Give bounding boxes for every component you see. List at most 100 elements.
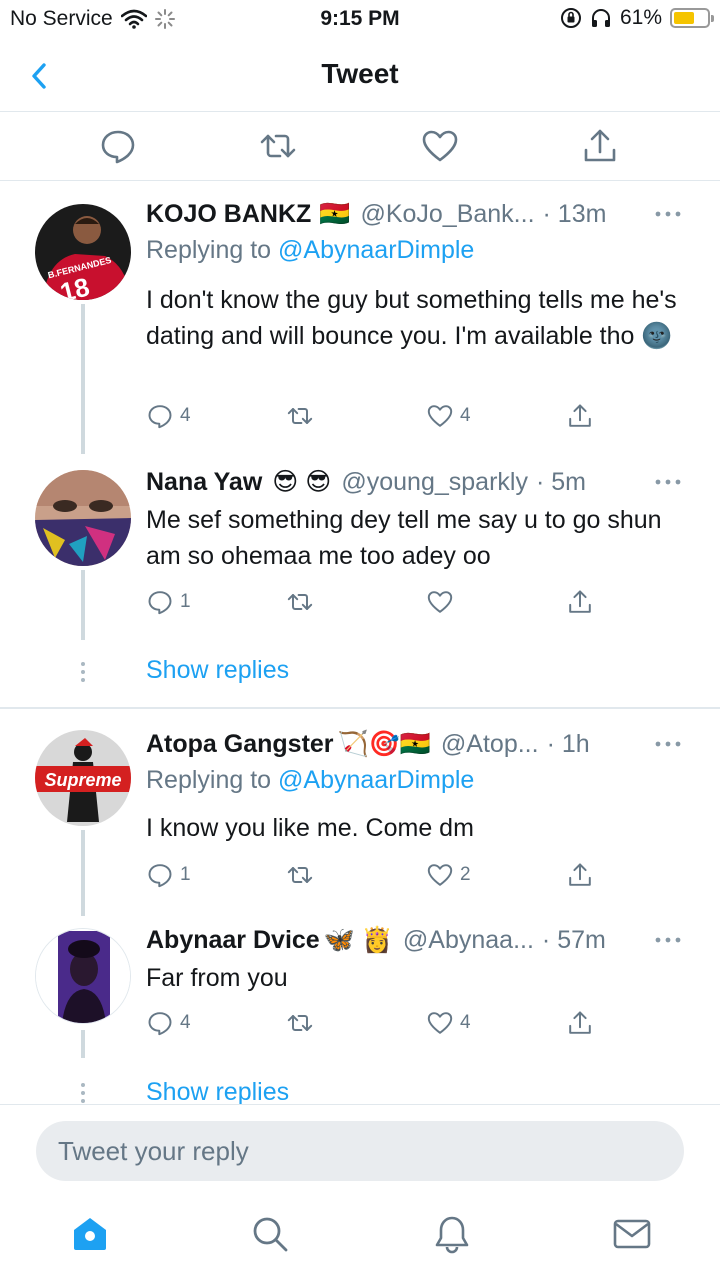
- home-icon: [74, 1218, 106, 1250]
- author-emojis: 😎 😎: [272, 468, 332, 496]
- thread-line: [81, 304, 85, 454]
- share-button[interactable]: [566, 858, 594, 892]
- battery-percent: 61%: [619, 6, 662, 29]
- comment-icon: [101, 130, 135, 164]
- more-options-icon[interactable]: [654, 936, 682, 944]
- reply-button[interactable]: 1: [146, 858, 191, 892]
- mention-link[interactable]: @AbynaarDimple: [278, 236, 474, 264]
- more-replies-dots-icon: [81, 1083, 85, 1103]
- battery-icon: [670, 8, 714, 28]
- heart-icon: [427, 1012, 453, 1034]
- tweet-header: Nana Yaw 😎 😎 @young_sparkly · 5m: [146, 464, 690, 500]
- share-icon: [584, 129, 616, 162]
- reply-count: 4: [180, 1012, 191, 1033]
- reply-count: 1: [180, 591, 191, 612]
- retweet-button[interactable]: [286, 1006, 320, 1040]
- show-replies-link[interactable]: Show replies: [146, 656, 289, 685]
- author-name[interactable]: KOJO BANKZ: [146, 200, 311, 229]
- more-options-icon[interactable]: [654, 210, 682, 218]
- reply-count: 4: [180, 405, 191, 426]
- author-handle: @young_sparkly: [341, 467, 528, 496]
- share-icon: [569, 863, 591, 886]
- reply-button[interactable]: 1: [146, 585, 191, 619]
- tab-messages[interactable]: [612, 1214, 652, 1254]
- tab-home[interactable]: [70, 1214, 110, 1254]
- tweet-text: Far from you: [146, 964, 288, 992]
- comment-icon: [148, 1012, 172, 1036]
- like-button[interactable]: 4: [426, 399, 471, 433]
- mention-link[interactable]: @AbynaarDimple: [278, 766, 474, 794]
- retweet-icon: [287, 867, 313, 883]
- comment-icon: [148, 864, 172, 888]
- divider: [0, 707, 720, 709]
- share-button[interactable]: [566, 1006, 594, 1040]
- avatar[interactable]: [35, 470, 131, 566]
- tweet-text: I don't know the guy but something tells…: [146, 286, 677, 350]
- tweet-action-bar: [0, 112, 720, 181]
- reply-count: 1: [180, 864, 191, 885]
- more-options-icon[interactable]: [654, 740, 682, 748]
- page-title: Tweet: [321, 58, 399, 89]
- reply-button[interactable]: 4: [146, 1006, 191, 1040]
- like-button[interactable]: 2: [426, 858, 471, 892]
- more-replies-dots-icon: [81, 662, 85, 682]
- tweet-header: KOJO BANKZ 🇬🇭 @KoJo_Bank... · 13m: [146, 196, 690, 232]
- retweet-button[interactable]: [286, 858, 320, 892]
- retweet-button[interactable]: [258, 126, 298, 166]
- share-button[interactable]: [566, 399, 594, 433]
- like-count: 4: [460, 405, 471, 426]
- reply-tweet[interactable]: Nana Yaw 😎 😎 @young_sparkly · 5m Me sef …: [0, 464, 720, 644]
- share-button[interactable]: [566, 585, 594, 619]
- author-name[interactable]: Atopa Gangster: [146, 730, 334, 759]
- battery-level: [674, 12, 694, 24]
- like-button[interactable]: [426, 585, 460, 619]
- share-icon: [569, 404, 591, 427]
- avatar[interactable]: B.FERNANDES 18: [35, 204, 131, 300]
- retweet-button[interactable]: [286, 585, 320, 619]
- tweet-time: · 57m: [541, 925, 606, 954]
- like-count: 4: [460, 1012, 471, 1033]
- reply-tweet[interactable]: B.FERNANDES 18 KOJO BANKZ 🇬🇭 @KoJo_Bank.…: [0, 196, 720, 456]
- tweet-time: · 13m: [542, 199, 607, 228]
- reply-input[interactable]: [36, 1121, 684, 1181]
- reply-tweet[interactable]: Abynaar Dvice 🦋 👸 @Abynaa... · 57m Far f…: [0, 922, 720, 1062]
- author-emojis: 🦋 👸: [323, 925, 393, 954]
- svg-text:Supreme: Supreme: [44, 770, 121, 790]
- tweet-header: Abynaar Dvice 🦋 👸 @Abynaa... · 57m: [146, 922, 690, 958]
- tab-search[interactable]: [250, 1214, 290, 1254]
- show-replies-link[interactable]: Show replies: [146, 1078, 289, 1107]
- tab-notifications[interactable]: [432, 1214, 472, 1254]
- retweet-icon: [287, 408, 313, 424]
- tweet-header: Atopa Gangster 🏹🎯🇬🇭 @Atop... · 1h: [146, 726, 690, 762]
- tweet-text: Me sef something dey tell me say u to go…: [146, 506, 662, 570]
- avatar[interactable]: [35, 928, 131, 1024]
- replying-to: Replying to @AbynaarDimple: [146, 236, 475, 264]
- reply-button[interactable]: [98, 126, 138, 166]
- like-button[interactable]: 4: [426, 1006, 471, 1040]
- retweet-icon: [260, 134, 296, 158]
- heart-icon: [427, 591, 453, 613]
- author-name[interactable]: Nana Yaw: [146, 468, 262, 497]
- notifications-icon: [435, 1216, 469, 1254]
- avatar[interactable]: Supreme: [35, 730, 131, 826]
- author-emojis: 🏹🎯🇬🇭: [337, 729, 431, 758]
- author-handle: @KoJo_Bank...: [360, 199, 535, 228]
- thread-line: [81, 830, 85, 916]
- reply-button[interactable]: 4: [146, 399, 191, 433]
- tweet-actions: 4 4: [146, 1006, 606, 1040]
- share-button[interactable]: [580, 126, 620, 166]
- retweet-button[interactable]: [286, 399, 320, 433]
- tweet-actions: 1: [146, 585, 606, 619]
- orientation-lock-icon: [560, 8, 581, 28]
- headphones-icon: [591, 9, 610, 27]
- reply-tweet[interactable]: Supreme Atopa Gangster 🏹🎯🇬🇭 @Atop... · 1…: [0, 726, 720, 916]
- heart-icon: [427, 405, 453, 427]
- comment-icon: [148, 591, 172, 615]
- replying-to: Replying to @AbynaarDimple: [146, 766, 475, 794]
- reply-composer: [0, 1104, 720, 1196]
- like-button[interactable]: [420, 126, 460, 166]
- author-name[interactable]: Abynaar Dvice: [146, 926, 320, 955]
- thread-line: [81, 570, 85, 640]
- more-options-icon[interactable]: [654, 478, 682, 486]
- author-handle: @Atop...: [440, 729, 539, 758]
